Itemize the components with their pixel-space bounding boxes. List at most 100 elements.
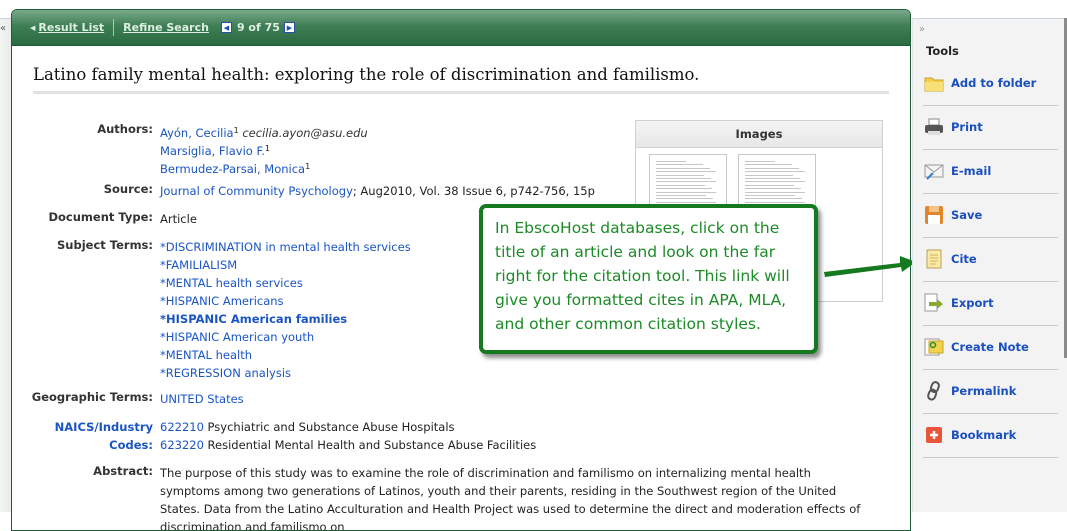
affiliation-sup: 1 — [264, 144, 270, 153]
subject-term[interactable]: *MENTAL health — [160, 346, 252, 364]
link-icon — [927, 381, 940, 401]
affiliation-sup: 1 — [305, 162, 311, 171]
naics-code-2: 623220 Residential Mental Health and Sub… — [160, 436, 536, 454]
thumbnail-line — [745, 164, 792, 166]
naics-code-link[interactable]: 623220 — [160, 438, 204, 452]
tool-bookmark[interactable]: Bookmark — [923, 413, 1058, 458]
thumbnail-line — [745, 191, 805, 193]
thumbnail-line — [745, 178, 800, 179]
tool-cite[interactable]: Cite — [923, 237, 1058, 282]
tool-label[interactable]: Bookmark — [951, 428, 1016, 442]
tool-label[interactable]: Create Note — [951, 340, 1029, 354]
thumbnail-line — [656, 188, 712, 190]
refine-search-link[interactable]: Refine Search — [123, 21, 209, 34]
export-icon — [924, 293, 943, 312]
tool-email[interactable]: E-mail — [923, 149, 1058, 194]
tool-label[interactable]: Cite — [951, 252, 977, 266]
geographic-terms-label: Geographic Terms: — [31, 390, 153, 404]
tool-label[interactable]: Save — [951, 208, 982, 222]
subject-term[interactable]: *REGRESSION analysis — [160, 364, 291, 382]
thumbnail-line — [656, 201, 716, 203]
folder-icon — [924, 77, 944, 92]
note-icon — [924, 338, 944, 356]
tool-label[interactable]: Export — [951, 296, 994, 310]
tools-heading: Tools — [926, 44, 959, 58]
record-pager-text: 9 of 75 — [236, 21, 280, 34]
thumbnail-line — [656, 178, 711, 179]
thumbnail-line — [745, 201, 805, 203]
tool-export[interactable]: Export — [923, 281, 1058, 326]
thumbnail-line — [656, 161, 686, 162]
thumbnail-line — [745, 198, 802, 200]
thumbnail-line — [656, 184, 705, 186]
tool-label[interactable]: Permalink — [951, 384, 1016, 398]
images-heading: Images — [636, 121, 882, 148]
subject-term[interactable]: *HISPANIC Americans — [160, 292, 284, 310]
journal-link[interactable]: Journal of Community Psychology — [160, 184, 353, 198]
thumbnail-line — [656, 181, 716, 183]
tool-label[interactable]: Add to folder — [951, 76, 1036, 90]
abstract-text: The purpose of this study was to examine… — [160, 466, 861, 531]
back-triangle-icon: ◀ — [30, 23, 36, 32]
result-list-link[interactable]: Result List — [38, 21, 104, 34]
thumbnail-line — [656, 195, 706, 196]
tool-label[interactable]: E-mail — [951, 164, 991, 178]
author-link[interactable]: Marsiglia, Flavio F. — [160, 144, 265, 158]
article-title: Latino family mental health: exploring t… — [33, 65, 700, 84]
callout-annotation: In EbscoHost databases, click on the tit… — [479, 204, 818, 354]
thumbnail-line — [745, 174, 793, 176]
thumbnail-line — [656, 191, 716, 193]
author-1: Ayón, Cecilia1 cecilia.ayon@asu.edu — [160, 122, 368, 142]
document-type-label: Document Type: — [48, 210, 153, 224]
collapse-tools-icon[interactable]: » — [919, 24, 925, 35]
thumbnail-line — [656, 198, 713, 200]
subject-term[interactable]: *MENTAL health services — [160, 274, 303, 292]
subject-terms-label: Subject Terms: — [57, 238, 153, 252]
naics-label-line1[interactable]: NAICS/Industry — [55, 420, 153, 434]
thumbnail-line — [745, 167, 799, 169]
naics-desc: Residential Mental Health and Substance … — [203, 438, 537, 452]
geographic-term[interactable]: UNITED States — [160, 390, 244, 408]
naics-code-1: 622210 Psychiatric and Substance Abuse H… — [160, 418, 455, 436]
thumbnail-line — [745, 188, 801, 190]
tool-add-to-folder[interactable]: Add to folder — [923, 61, 1058, 106]
subject-term[interactable]: *DISCRIMINATION in mental health service… — [160, 238, 411, 256]
thumbnail-line — [745, 195, 795, 196]
thumbnail-line — [745, 181, 805, 183]
authors-label: Authors: — [97, 122, 153, 136]
source-label: Source: — [103, 182, 153, 196]
document-type-value: Article — [160, 212, 197, 226]
previous-record-button[interactable]: ◀ — [220, 22, 232, 33]
email-icon — [924, 164, 944, 180]
abstract-label: Abstract: — [93, 464, 153, 478]
tool-label[interactable]: Print — [951, 120, 983, 134]
author-3: Bermudez-Parsai, Monica1 — [160, 158, 310, 178]
subject-term[interactable]: *HISPANIC American youth — [160, 328, 314, 346]
thumbnail-line — [745, 161, 775, 162]
next-record-button[interactable]: ▶ — [283, 22, 295, 33]
author-link[interactable]: Ayón, Cecilia — [160, 126, 234, 140]
thumbnail-line — [745, 171, 805, 173]
tool-save[interactable]: Save — [923, 193, 1058, 238]
naics-label-line2[interactable]: Codes: — [109, 438, 153, 452]
tool-create-note[interactable]: Create Note — [923, 325, 1058, 370]
title-divider — [33, 91, 889, 94]
tool-print[interactable]: Print — [923, 105, 1058, 150]
save-icon — [925, 206, 943, 224]
collapse-left-icon[interactable]: « — [0, 23, 6, 34]
naics-code-link[interactable]: 622210 — [160, 420, 204, 434]
source-detail: ; Aug2010, Vol. 38 Issue 6, p742-756, 15… — [352, 184, 595, 198]
tools-sidebar: » Tools Add to folder Print E-mail Save … — [912, 18, 1067, 512]
subject-term-highlighted[interactable]: *HISPANIC American families — [160, 310, 347, 328]
author-link[interactable]: Bermudez-Parsai, Monica — [160, 162, 305, 176]
tool-permalink[interactable]: Permalink — [923, 369, 1058, 414]
nav-divider — [113, 19, 115, 36]
record-nav-bar: ◀ Result List Refine Search ◀ 9 of 75 ▶ — [12, 10, 910, 46]
naics-desc: Psychiatric and Substance Abuse Hospital… — [203, 420, 455, 434]
subject-term[interactable]: *FAMILIALISM — [160, 256, 237, 274]
thumbnail-line — [656, 167, 710, 169]
thumbnail-line — [656, 164, 703, 166]
cite-icon — [926, 249, 942, 269]
thumbnail-line — [656, 171, 716, 173]
printer-icon — [925, 118, 943, 135]
